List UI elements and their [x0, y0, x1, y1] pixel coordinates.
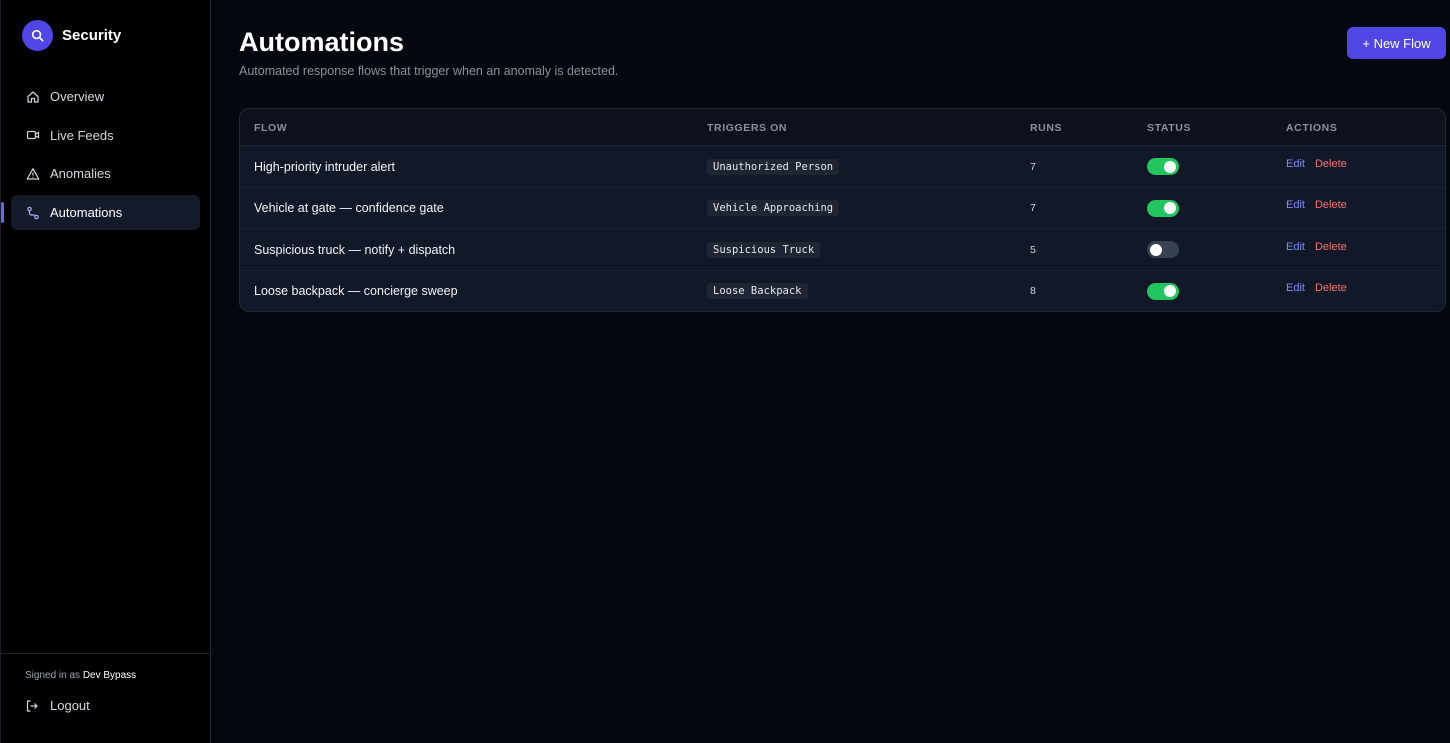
- sidebar-item-overview[interactable]: Overview: [11, 79, 200, 114]
- app-title: Security: [62, 27, 122, 44]
- column-header-status[interactable]: STATUS: [1147, 122, 1191, 134]
- page-title: Automations: [239, 27, 404, 57]
- flow-name: Vehicle at gate — confidence gate: [254, 201, 444, 215]
- table-row: Suspicious truck — notify + dispatch Sus…: [240, 229, 1445, 271]
- column-header-triggers[interactable]: TRIGGERS ON: [707, 122, 787, 134]
- runs-count: 8: [1030, 285, 1036, 297]
- column-header-flow[interactable]: FLOW: [254, 122, 287, 134]
- new-flow-button[interactable]: + New Flow: [1347, 27, 1446, 59]
- table-header: FLOW TRIGGERS ON RUNS STATUS ACTIONS: [240, 109, 1445, 146]
- search-icon: [22, 20, 53, 51]
- runs-count: 7: [1030, 202, 1036, 214]
- delete-button[interactable]: Delete: [1315, 282, 1347, 294]
- trigger-badge: Loose Backpack: [707, 283, 808, 299]
- warning-icon: [25, 166, 40, 181]
- edit-button[interactable]: Edit: [1286, 199, 1305, 211]
- runs-count: 5: [1030, 243, 1036, 256]
- logout-label: Logout: [50, 698, 90, 713]
- column-header-actions: ACTIONS: [1286, 122, 1338, 134]
- sidebar-item-live-feeds[interactable]: Live Feeds: [11, 118, 200, 153]
- page-subtitle: Automated response flows that trigger wh…: [239, 64, 619, 78]
- toggle-knob: [1164, 160, 1176, 173]
- flow-name: Loose backpack — concierge sweep: [254, 284, 458, 298]
- table-row: High-priority intruder alert Unauthorize…: [240, 146, 1445, 188]
- delete-button[interactable]: Delete: [1315, 241, 1347, 253]
- delete-button[interactable]: Delete: [1315, 199, 1347, 211]
- status-toggle[interactable]: [1147, 241, 1179, 258]
- logout-icon: [25, 698, 40, 713]
- signed-in-text: Signed in as Dev Bypass: [25, 670, 136, 681]
- edit-button[interactable]: Edit: [1286, 158, 1305, 170]
- trigger-badge: Unauthorized Person: [707, 158, 840, 175]
- sidebar-item-anomalies[interactable]: Anomalies: [11, 156, 200, 191]
- workflow-icon: [25, 205, 40, 220]
- runs-count: 7: [1030, 160, 1036, 173]
- table-row: Loose backpack — concierge sweep Loose B…: [240, 270, 1445, 311]
- signed-in-prefix: Signed in as: [25, 670, 81, 681]
- sidebar-item-automations[interactable]: Automations: [1, 195, 200, 231]
- edit-button[interactable]: Edit: [1286, 241, 1305, 253]
- trigger-badge: Suspicious Truck: [707, 241, 821, 258]
- sidebar-footer: Signed in as Dev Bypass Logout: [1, 653, 211, 743]
- status-toggle[interactable]: [1147, 158, 1179, 175]
- flow-name: Suspicious truck — notify + dispatch: [254, 242, 456, 257]
- brand[interactable]: Security: [22, 20, 121, 51]
- home-icon: [25, 89, 40, 104]
- sidebar: Security Overview Live Feeds Anomalies A…: [0, 0, 211, 743]
- logout-button[interactable]: Logout: [25, 698, 90, 713]
- toggle-knob: [1164, 285, 1176, 297]
- sidebar-item-label: Automations: [50, 205, 123, 221]
- video-icon: [25, 128, 40, 143]
- sidebar-item-label: Overview: [50, 89, 105, 104]
- flow-name: High-priority intruder alert: [254, 159, 396, 174]
- toggle-knob: [1164, 202, 1176, 214]
- toggle-knob: [1150, 243, 1162, 256]
- sidebar-item-label: Anomalies: [50, 166, 111, 182]
- sidebar-nav: Overview Live Feeds Anomalies Automation…: [1, 79, 200, 234]
- table-row: Vehicle at gate — confidence gate Vehicl…: [240, 187, 1445, 229]
- sidebar-item-label: Live Feeds: [50, 127, 114, 143]
- edit-button[interactable]: Edit: [1286, 282, 1305, 294]
- automations-table: FLOW TRIGGERS ON RUNS STATUS ACTIONS Hig…: [239, 108, 1446, 312]
- trigger-badge: Vehicle Approaching: [707, 200, 840, 216]
- delete-button[interactable]: Delete: [1315, 158, 1347, 170]
- status-toggle[interactable]: [1147, 282, 1179, 300]
- status-toggle[interactable]: [1147, 199, 1179, 217]
- column-header-runs[interactable]: RUNS: [1030, 122, 1062, 134]
- signed-in-user: Dev Bypass: [82, 670, 137, 681]
